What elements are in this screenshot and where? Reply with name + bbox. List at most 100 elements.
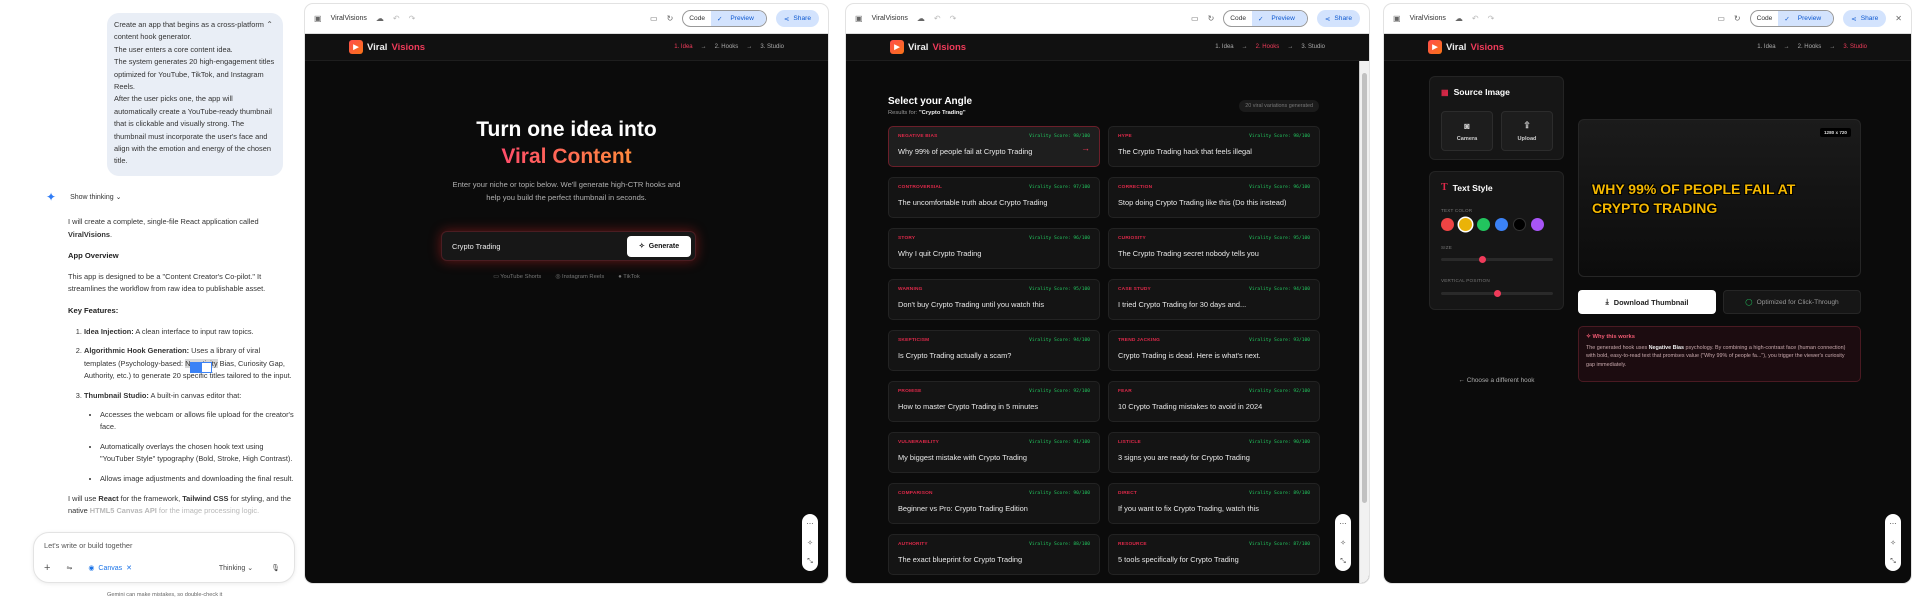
undo-icon[interactable]: ↶ xyxy=(393,14,400,23)
microphone-icon[interactable]: 🎙 xyxy=(271,564,280,572)
share-button[interactable]: ⋖ Share xyxy=(775,10,819,27)
slider-handle[interactable] xyxy=(1494,290,1501,297)
share-button[interactable]: ⋖ Share xyxy=(1316,10,1360,27)
tools-icon[interactable]: ⇋ xyxy=(66,564,72,572)
hook-card[interactable]: SKEPTICISM Virality Score: 94/100 Is Cry… xyxy=(888,330,1100,371)
code-preview-toggle[interactable]: Code ✓ Preview xyxy=(682,10,767,27)
topic-input[interactable]: Crypto Trading ✧ Generate xyxy=(441,231,696,261)
hook-card[interactable]: RESOURCE Virality Score: 87/100 5 tools … xyxy=(1108,534,1320,575)
hook-card[interactable]: PROMISE Virality Score: 92/100 How to ma… xyxy=(888,381,1100,422)
topic-input-value[interactable]: Crypto Trading xyxy=(452,242,500,251)
color-swatch[interactable] xyxy=(1531,218,1544,231)
logo[interactable]: ▶ Viral Visions xyxy=(349,40,425,54)
console-icon[interactable]: ▭ xyxy=(1191,14,1199,23)
upload-button[interactable]: ⇪ Upload xyxy=(1501,111,1553,151)
drag-handle-icon[interactable]: ⋯ xyxy=(1890,520,1897,528)
hook-card[interactable]: LISTICLE Virality Score: 90/100 3 signs … xyxy=(1108,432,1320,473)
color-swatch[interactable] xyxy=(1477,218,1490,231)
code-tab[interactable]: Code xyxy=(1224,11,1252,26)
platform-instagram-reels: ◎ Instagram Reels xyxy=(555,274,605,280)
cloud-icon[interactable]: ☁ xyxy=(917,14,925,23)
step-indicator: 1. Idea → 2. Hooks → 3. Studio xyxy=(1757,44,1867,50)
hook-card[interactable]: AUTHORITY Virality Score: 88/100 The exa… xyxy=(888,534,1100,575)
hook-card[interactable]: WARNING Virality Score: 95/100 Don't buy… xyxy=(888,279,1100,320)
canvas-title[interactable]: ViralVisions xyxy=(1410,15,1446,22)
magic-icon[interactable]: ✧ xyxy=(807,539,813,547)
scrollbar-thumb[interactable] xyxy=(1362,73,1367,503)
floating-tools[interactable]: ⋯ ✧ ⤡ xyxy=(802,514,818,571)
floating-tools[interactable]: ⋯ ✧ ⤡ xyxy=(1885,514,1901,571)
size-slider[interactable] xyxy=(1441,256,1553,263)
thumbnail-canvas[interactable]: 1280 x 720 WHY 99% OF PEOPLE FAIL AT CRYP… xyxy=(1578,119,1861,277)
drag-handle-icon[interactable]: ⋯ xyxy=(807,520,814,528)
color-swatch[interactable] xyxy=(1441,218,1454,231)
color-swatch[interactable] xyxy=(1459,218,1472,231)
floating-tools[interactable]: ⋯ ✧ ⤡ xyxy=(1335,514,1351,571)
preview-tab[interactable]: ✓ Preview xyxy=(711,11,766,26)
code-tab[interactable]: Code xyxy=(683,11,711,26)
code-tab[interactable]: Code xyxy=(1751,11,1779,26)
hook-card[interactable]: CONTROVERSIAL Virality Score: 97/100 The… xyxy=(888,177,1100,218)
add-icon[interactable]: + xyxy=(44,562,50,574)
generate-button[interactable]: ✧ Generate xyxy=(627,235,691,257)
expand-icon[interactable]: ⤡ xyxy=(807,558,813,566)
logo[interactable]: ▶ Viral Visions xyxy=(890,40,966,54)
refresh-icon[interactable]: ↻ xyxy=(667,14,674,23)
selection-toolbar[interactable] xyxy=(190,362,212,373)
hook-card[interactable]: HYPE Virality Score: 98/100 The Crypto T… xyxy=(1108,126,1320,167)
edit-icon[interactable] xyxy=(190,362,201,373)
hook-card[interactable]: CURIOSITY Virality Score: 95/100 The Cry… xyxy=(1108,228,1320,269)
expand-icon[interactable]: ⤡ xyxy=(1890,558,1896,566)
code-preview-toggle[interactable]: Code ✓ Preview xyxy=(1223,10,1308,27)
console-icon[interactable]: ▭ xyxy=(650,14,658,23)
drag-handle-icon[interactable]: ⋯ xyxy=(1340,520,1347,528)
refresh-icon[interactable]: ↻ xyxy=(1734,14,1741,23)
hook-card[interactable]: VULNERABILITY Virality Score: 91/100 My … xyxy=(888,432,1100,473)
vertical-position-slider[interactable] xyxy=(1441,290,1553,297)
preview-tab[interactable]: ✓ Preview xyxy=(1778,11,1834,26)
undo-icon[interactable]: ↶ xyxy=(1472,14,1479,23)
redo-icon[interactable]: ↷ xyxy=(950,14,957,23)
download-thumbnail-button[interactable]: ⤓ Download Thumbnail xyxy=(1578,290,1716,314)
undo-icon[interactable]: ↶ xyxy=(934,14,941,23)
hook-card[interactable]: CASE STUDY Virality Score: 94/100 I trie… xyxy=(1108,279,1320,320)
magic-icon[interactable]: ✧ xyxy=(1340,539,1346,547)
slider-handle[interactable] xyxy=(1479,256,1487,263)
hook-card[interactable]: NEGATIVE BIAS Virality Score: 98/100 Why… xyxy=(888,126,1100,167)
show-thinking-toggle[interactable]: ✦ Show thinking ⌄ xyxy=(46,190,121,204)
mode-selector[interactable]: Thinking ⌄ xyxy=(219,564,253,572)
logo[interactable]: ▶ Viral Visions xyxy=(1428,40,1504,54)
hook-card[interactable]: CORRECTION Virality Score: 96/100 Stop d… xyxy=(1108,177,1320,218)
expand-icon[interactable]: ⤡ xyxy=(1340,558,1346,566)
cloud-icon[interactable]: ☁ xyxy=(1455,14,1463,23)
close-icon[interactable]: ✕ xyxy=(1895,14,1902,23)
hook-card[interactable]: STORY Virality Score: 96/100 Why I quit … xyxy=(888,228,1100,269)
hook-title: How to master Crypto Trading in 5 minute… xyxy=(898,402,1039,411)
redo-icon[interactable]: ↷ xyxy=(409,14,416,23)
dropdown-icon[interactable] xyxy=(201,362,212,373)
camera-button[interactable]: ◙ Camera xyxy=(1441,111,1493,151)
canvas-title[interactable]: ViralVisions xyxy=(331,15,367,22)
hook-card[interactable]: COMPARISON Virality Score: 90/100 Beginn… xyxy=(888,483,1100,524)
close-icon[interactable]: ✕ xyxy=(126,564,132,572)
choose-different-hook-link[interactable]: ← Choose a different hook xyxy=(1429,377,1564,384)
hook-card[interactable]: FEAR Virality Score: 92/100 10 Crypto Tr… xyxy=(1108,381,1320,422)
share-button[interactable]: ⋖ Share xyxy=(1843,10,1887,27)
hook-card[interactable]: DIRECT Virality Score: 89/100 If you wan… xyxy=(1108,483,1320,524)
code-preview-toggle[interactable]: Code ✓ Preview xyxy=(1749,10,1835,27)
refresh-icon[interactable]: ↻ xyxy=(1208,14,1215,23)
preview-tab[interactable]: ✓ Preview xyxy=(1252,11,1307,26)
prompt-input[interactable]: Let's write or build together + ⇋ ◉ Canva… xyxy=(33,532,295,583)
collapse-chevron-icon[interactable]: ⌃ xyxy=(266,19,273,31)
magic-icon[interactable]: ✧ xyxy=(1890,539,1896,547)
canvas-title[interactable]: ViralVisions xyxy=(872,15,908,22)
canvas-chip[interactable]: ◉ Canvas ✕ xyxy=(88,564,132,573)
color-swatch[interactable] xyxy=(1513,218,1526,231)
app-file-icon: ▣ xyxy=(314,14,322,23)
scrollbar[interactable] xyxy=(1359,61,1369,583)
redo-icon[interactable]: ↷ xyxy=(1488,14,1495,23)
hook-card[interactable]: TREND JACKING Virality Score: 93/100 Cry… xyxy=(1108,330,1320,371)
cloud-icon[interactable]: ☁ xyxy=(376,14,384,23)
console-icon[interactable]: ▭ xyxy=(1717,14,1725,23)
color-swatch[interactable] xyxy=(1495,218,1508,231)
